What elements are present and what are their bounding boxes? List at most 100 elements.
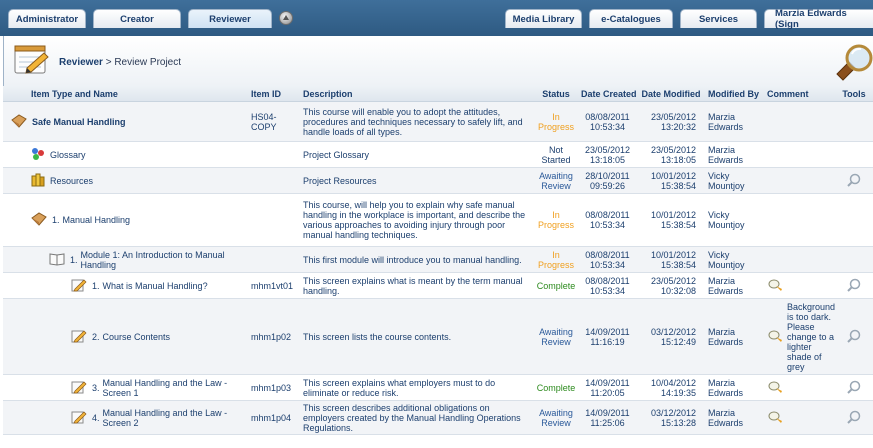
table-row[interactable]: 3. Manual Handling and the Law - Screen 1… bbox=[3, 374, 873, 401]
column-header-tools[interactable]: Tools bbox=[835, 86, 873, 102]
column-header-date-created[interactable]: Date Created bbox=[579, 86, 637, 102]
modified-by-last: Mountjoy bbox=[708, 220, 745, 230]
item-name-cell: 2. Course Contents bbox=[3, 298, 249, 375]
modified-by-last: Edwards bbox=[708, 417, 744, 428]
modified-by-first: Marzia bbox=[708, 144, 736, 155]
magnifier-icon bbox=[836, 44, 873, 81]
breadcrumb-current: Review Project bbox=[114, 57, 182, 68]
column-header-modified-by[interactable]: Modified By bbox=[706, 86, 765, 102]
date-modified-date: 10/01/2012 bbox=[650, 170, 696, 181]
date-modified: 23/05/2012 13:18:05 bbox=[636, 141, 706, 168]
item-name-link[interactable]: Course Contents bbox=[103, 332, 171, 342]
tab-reviewer[interactable]: Reviewer bbox=[188, 9, 272, 28]
help-icon[interactable] bbox=[279, 11, 293, 25]
column-header-description[interactable]: Description bbox=[301, 86, 533, 102]
column-header-id[interactable]: Item ID bbox=[249, 86, 301, 102]
item-description: This screen describes additional obligat… bbox=[301, 400, 533, 435]
item-description: This course, will help you to explain wh… bbox=[301, 193, 533, 247]
item-status: Awaiting Review bbox=[533, 400, 579, 435]
comment-icon[interactable] bbox=[767, 380, 783, 396]
preview-magnifier-icon[interactable] bbox=[847, 329, 861, 345]
comment-cell bbox=[765, 141, 835, 168]
table-row[interactable]: 1. Module 1: An Introduction to Manual Ha… bbox=[3, 246, 873, 273]
item-name-link[interactable]: What is Manual Handling? bbox=[103, 281, 208, 291]
tools-cell bbox=[835, 272, 873, 299]
screen-edit-icon bbox=[71, 410, 87, 426]
date-created-time: 09:59:26 bbox=[589, 180, 626, 191]
date-modified-time: 15:38:54 bbox=[660, 259, 696, 270]
item-id: HS04-COPY bbox=[249, 101, 301, 142]
modified-by: Vicky Mountjoy bbox=[706, 193, 765, 247]
modified-by-last: Edwards bbox=[708, 387, 744, 398]
breadcrumb-separator: > bbox=[102, 57, 115, 68]
date-created-date: 08/08/2011 bbox=[585, 111, 630, 122]
item-description: This course will enable you to adopt the… bbox=[301, 101, 533, 142]
item-id bbox=[249, 141, 301, 168]
item-name-link[interactable]: Glossary bbox=[50, 150, 86, 160]
table-row[interactable]: Resources Project Resources Awaiting Revie… bbox=[3, 167, 873, 194]
table-row[interactable]: Safe Manual Handling HS04-COPY This course… bbox=[3, 101, 873, 142]
modified-by: Marzia Edwards bbox=[706, 272, 765, 299]
item-id: mhm1p02 bbox=[249, 298, 301, 375]
module-icon bbox=[49, 252, 65, 268]
date-modified-date: 10/04/2012 bbox=[650, 377, 696, 388]
tab-media-library[interactable]: Media Library bbox=[505, 9, 582, 28]
item-name-link[interactable]: Manual Handling and the Law - Screen 1 bbox=[103, 378, 247, 398]
preview-magnifier-icon[interactable] bbox=[847, 278, 861, 294]
modified-by-last: Edwards bbox=[708, 154, 744, 165]
tools-cell bbox=[835, 193, 873, 247]
modified-by-first: Marzia bbox=[708, 407, 736, 418]
breadcrumb: Reviewer > Review Project bbox=[59, 57, 181, 68]
date-modified-date: 03/12/2012 bbox=[650, 407, 696, 418]
date-modified-time: 15:38:54 bbox=[660, 180, 696, 191]
column-header-item[interactable]: Item Type and Name bbox=[3, 86, 249, 102]
date-created-date: 28/10/2011 bbox=[585, 170, 630, 181]
item-number: 2. bbox=[92, 331, 100, 342]
modified-by-last: Edwards bbox=[708, 285, 744, 296]
column-header-comment[interactable]: Comment bbox=[765, 86, 835, 102]
item-status: Awaiting Review bbox=[533, 298, 579, 375]
item-name-link[interactable]: Module 1: An Introduction to Manual Hand… bbox=[81, 250, 247, 270]
comment-icon[interactable] bbox=[767, 410, 783, 426]
date-created-time: 10:53:34 bbox=[589, 220, 626, 230]
preview-magnifier-icon[interactable] bbox=[847, 380, 861, 396]
table-row[interactable]: 4. Manual Handling and the Law - Screen 2… bbox=[3, 400, 873, 435]
table-row[interactable]: 2. Course Contents mhm1p02 This screen list… bbox=[3, 298, 873, 375]
column-header-status[interactable]: Status bbox=[533, 86, 579, 102]
preview-magnifier-icon[interactable] bbox=[847, 410, 861, 426]
tab-services[interactable]: Services bbox=[680, 9, 757, 28]
date-created: 28/10/2011 09:59:26 bbox=[579, 167, 636, 194]
screen-edit-icon bbox=[71, 380, 87, 396]
date-created-date: 14/09/2011 bbox=[585, 377, 630, 388]
item-id: mhm1vt01 bbox=[249, 272, 301, 299]
table-row[interactable]: Glossary Project Glossary Not Started 23/05… bbox=[3, 141, 873, 168]
breadcrumb-reviewer-link[interactable]: Reviewer bbox=[59, 57, 103, 68]
comment-icon[interactable] bbox=[767, 278, 783, 294]
item-name-link[interactable]: Resources bbox=[50, 176, 93, 186]
modified-by: Marzia Edwards bbox=[706, 374, 765, 401]
tab-administrator[interactable]: Administrator bbox=[8, 9, 86, 28]
modified-by-first: Marzia bbox=[708, 111, 736, 122]
tab-ecatalogues[interactable]: e-Catalogues bbox=[589, 9, 673, 28]
item-name-cell: 1. What is Manual Handling? bbox=[3, 272, 249, 299]
item-number: 1. bbox=[52, 215, 60, 225]
modified-by: Marzia Edwards bbox=[706, 141, 765, 168]
item-status: In Progress bbox=[533, 101, 579, 142]
date-modified-time: 15:38:54 bbox=[660, 220, 696, 230]
user-sign-out-tab[interactable]: Marzia Edwards (Sign bbox=[764, 8, 873, 30]
tab-creator[interactable]: Creator bbox=[93, 9, 181, 28]
table-row[interactable]: 1. Manual Handling This course, will help … bbox=[3, 193, 873, 247]
comment-icon[interactable] bbox=[767, 329, 783, 345]
screen-edit-icon bbox=[71, 329, 87, 345]
preview-magnifier-icon[interactable] bbox=[847, 173, 861, 189]
modified-by-first: Vicky bbox=[708, 249, 730, 260]
item-status: In Progress bbox=[533, 246, 579, 273]
date-modified: 23/05/2012 10:32:08 bbox=[636, 272, 706, 299]
item-name-link[interactable]: Safe Manual Handling bbox=[32, 117, 126, 127]
date-created-date: 08/08/2011 bbox=[585, 275, 630, 286]
column-header-date-modified[interactable]: Date Modified bbox=[636, 86, 706, 102]
table-row[interactable]: 1. What is Manual Handling? mhm1vt01 This s… bbox=[3, 272, 873, 299]
item-name-link[interactable]: Manual Handling and the Law - Screen 2 bbox=[103, 408, 247, 428]
tools-cell bbox=[835, 246, 873, 273]
item-name-link[interactable]: Manual Handling bbox=[63, 215, 131, 225]
